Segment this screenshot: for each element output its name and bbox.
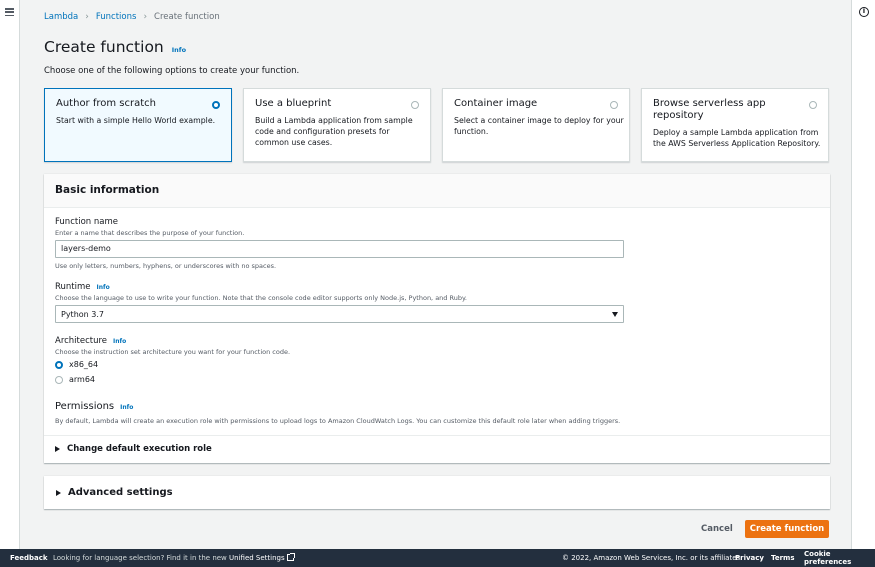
option-desc: Build a Lambda application from sample c…	[255, 116, 413, 147]
breadcrumb-current: Create function	[154, 12, 220, 22]
radio-selected-icon[interactable]	[55, 360, 63, 369]
terms-link[interactable]: Terms	[771, 554, 795, 562]
page-description: Choose one of the following options to c…	[44, 66, 300, 76]
left-nav-rail	[0, 0, 20, 549]
architecture-label: Architecture Info	[55, 336, 126, 346]
permissions-info-link[interactable]: Info	[120, 404, 133, 411]
option-author-from-scratch[interactable]: Author from scratch Start with a simple …	[44, 88, 232, 162]
right-tools-rail: i	[851, 0, 875, 549]
radio-label: x86_64	[69, 360, 99, 369]
create-function-button[interactable]: Create function	[745, 520, 829, 538]
advanced-settings-panel: Advanced settings	[44, 476, 830, 509]
privacy-link[interactable]: Privacy	[735, 554, 764, 562]
copyright: © 2022, Amazon Web Services, Inc. or its…	[562, 554, 743, 562]
option-title: Browse serverless app repository	[653, 98, 766, 121]
label-text: Runtime	[55, 282, 91, 292]
radio-label: arm64	[69, 375, 96, 384]
external-link-icon	[286, 553, 295, 561]
function-name-input[interactable]: layers-demo	[55, 240, 624, 258]
change-execution-role-expander[interactable]: Change default execution role	[55, 444, 212, 454]
option-desc: Deploy a sample Lambda application from …	[653, 128, 821, 148]
option-title: Use a blueprint	[255, 98, 332, 109]
runtime-value: Python 3.7	[61, 310, 104, 319]
feedback-link[interactable]: Feedback	[10, 554, 48, 562]
permissions-desc: By default, Lambda will create an execut…	[55, 417, 621, 425]
option-desc: Select a container image to deploy for y…	[454, 116, 624, 136]
option-container-image[interactable]: Container image Select a container image…	[442, 88, 630, 162]
page-title: Create function	[44, 38, 164, 56]
page-info-link[interactable]: Info	[172, 46, 186, 54]
label-text: Permissions	[55, 401, 115, 412]
caret-down-icon	[612, 312, 618, 317]
option-title: Author from scratch	[56, 98, 156, 109]
language-notice-text: Looking for language selection? Find it …	[53, 554, 227, 562]
runtime-desc: Choose the language to use to write your…	[55, 294, 467, 302]
label-text: Function name	[55, 217, 118, 227]
page-title-row: Create function Info	[44, 38, 186, 56]
function-name-label: Function name	[55, 217, 118, 227]
option-radio[interactable]	[610, 101, 618, 109]
creation-options: Author from scratch Start with a simple …	[44, 88, 829, 162]
expander-label: Change default execution role	[67, 444, 212, 454]
architecture-option-x86[interactable]: x86_64	[55, 360, 98, 369]
caret-right-icon	[56, 489, 61, 496]
architecture-desc: Choose the instruction set architecture …	[55, 348, 291, 356]
divider	[44, 435, 830, 436]
basic-information-panel: Basic information Function name Enter a …	[44, 174, 830, 463]
info-panel-icon[interactable]: i	[859, 7, 869, 17]
option-radio[interactable]	[809, 101, 817, 109]
footer: Feedback Looking for language selection?…	[0, 549, 875, 567]
option-desc: Start with a simple Hello World example.	[56, 116, 216, 125]
architecture-info-link[interactable]: Info	[113, 338, 126, 345]
cancel-button[interactable]: Cancel	[701, 524, 733, 534]
option-title: Container image	[454, 98, 538, 109]
panel-header: Basic information	[44, 174, 830, 208]
menu-icon[interactable]	[5, 8, 14, 16]
advanced-settings-expander[interactable]: Advanced settings	[56, 487, 173, 498]
runtime-select[interactable]: Python 3.7	[55, 305, 624, 323]
caret-right-icon	[55, 446, 60, 452]
breadcrumb: Lambda › Functions › Create function	[44, 12, 220, 22]
breadcrumb-lambda[interactable]: Lambda	[44, 12, 78, 22]
function-name-desc: Enter a name that describes the purpose …	[55, 229, 245, 237]
runtime-info-link[interactable]: Info	[97, 284, 110, 291]
option-browse-serverless-repo[interactable]: Browse serverless app repository Deploy …	[641, 88, 829, 162]
chevron-right-icon: ›	[85, 12, 89, 22]
radio-icon[interactable]	[55, 375, 63, 384]
chevron-right-icon: ›	[143, 12, 148, 22]
runtime-label: Runtime Info	[55, 282, 110, 292]
language-notice: Looking for language selection? Find it …	[53, 553, 295, 562]
expander-label: Advanced settings	[68, 487, 173, 498]
function-name-hint: Use only letters, numbers, hyphens, or u…	[55, 262, 277, 270]
option-radio[interactable]	[411, 101, 419, 109]
option-radio[interactable]	[212, 101, 220, 109]
option-use-blueprint[interactable]: Use a blueprint Build a Lambda applicati…	[243, 88, 431, 162]
architecture-option-arm64[interactable]: arm64	[55, 375, 95, 384]
label-text: Architecture	[55, 336, 108, 346]
breadcrumb-functions[interactable]: Functions	[96, 12, 137, 22]
cookie-preferences-link[interactable]: Cookie preferences	[804, 550, 875, 566]
unified-settings-link[interactable]: Unified Settings	[229, 554, 285, 562]
permissions-heading: Permissions Info	[55, 401, 133, 412]
